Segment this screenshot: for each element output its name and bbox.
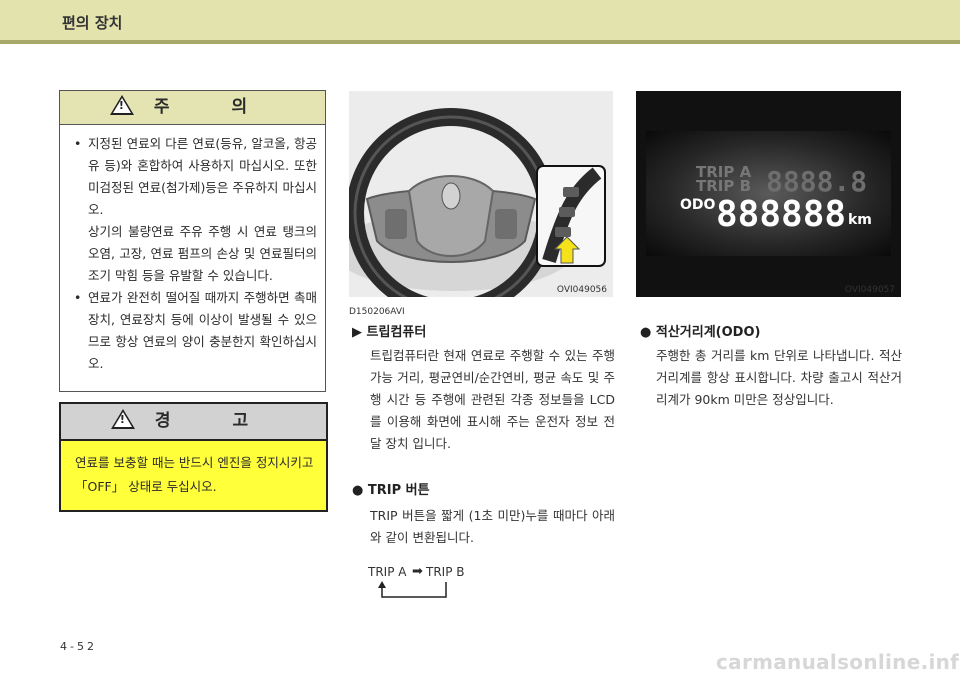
- trip-button-text: TRIP 버튼을 짧게 (1초 미만)누를 때마다 아래와 같이 변환됩니다.: [370, 508, 615, 545]
- caution-paragraph: 상기의 불량연료 주유 주행 시 연료 탱크의 오염, 고장, 연료 펌프의 손…: [88, 224, 317, 283]
- odo-digits: 888888: [716, 194, 846, 235]
- odometer-figure: TRIP A TRIP B 8888.8 ODO 888888 km OVI04…: [636, 91, 901, 297]
- odometer-text: 주행한 총 거리를 km 단위로 나타냅니다. 적산거리계를 항상 표시합니다.…: [656, 348, 902, 407]
- trip-computer-text: 트립컴퓨터란 현재 연료로 주행할 수 있는 주행 가능 거리, 평균연비/순간…: [370, 348, 615, 451]
- warning-text: 연료를 보충할 때는 반드시 엔진을 정지시키고 「OFF」 상태로 두십시오.: [75, 455, 314, 494]
- figure-code: OVI049056: [556, 285, 607, 295]
- trip-computer-heading: ▶ 트립컴퓨터: [352, 325, 427, 340]
- caution-header: 주 의: [60, 91, 325, 125]
- caution-item: 연료가 완전히 떨어질 때까지 주행하면 촉매장치, 연료장치 등에 이상이 발…: [70, 287, 317, 375]
- trip-button-heading: ● TRIP 버튼: [352, 483, 430, 498]
- trip-mode-cycle-diagram: TRIP A ➡ TRIP B: [368, 564, 468, 601]
- header-divider: [0, 40, 960, 44]
- header-bar: [0, 0, 960, 40]
- caution-item: 지정된 연료외 다른 연료(등유, 알코올, 항공유 등)와 혼합하여 사용하지…: [70, 133, 317, 287]
- page-title: 편의 장치: [62, 14, 123, 32]
- steering-wheel-illustration: [349, 91, 613, 297]
- warning-triangle-icon: [109, 95, 134, 115]
- caution-box: 주 의 지정된 연료외 다른 연료(등유, 알코올, 항공유 등)와 혼합하여 …: [59, 90, 326, 392]
- warning-triangle-icon: [110, 409, 135, 429]
- odometer-heading: ● 적산거리계(ODO): [640, 325, 761, 340]
- trip-b-label: TRIP B: [696, 177, 751, 195]
- warning-header: 경 고: [61, 404, 326, 441]
- page-number: 4-52: [60, 640, 97, 653]
- odo-label: ODO: [680, 197, 716, 213]
- odometer-display-illustration: TRIP A TRIP B 8888.8 ODO 888888 km: [636, 91, 901, 297]
- cycle-return-arrow-icon: [378, 581, 447, 598]
- watermark: carmanualsonline.info: [716, 650, 960, 674]
- caution-paragraph: 지정된 연료외 다른 연료(등유, 알코올, 항공유 등)와 혼합하여 사용하지…: [88, 136, 317, 217]
- warning-box: 경 고 연료를 보충할 때는 반드시 엔진을 정지시키고 「OFF」 상태로 두…: [59, 402, 328, 512]
- odo-unit: km: [848, 212, 872, 228]
- caution-paragraph: 연료가 완전히 떨어질 때까지 주행하면 촉매장치, 연료장치 등에 이상이 발…: [88, 290, 317, 371]
- steering-wheel-figure: OVI049056: [349, 91, 613, 297]
- caution-title: 주 의: [153, 97, 276, 117]
- caution-body: 지정된 연료외 다른 연료(등유, 알코올, 항공유 등)와 혼합하여 사용하지…: [60, 125, 325, 375]
- document-code: D150206AVI: [349, 307, 405, 317]
- figure-code: OVI049057: [844, 285, 895, 295]
- warning-title: 경 고: [154, 411, 277, 431]
